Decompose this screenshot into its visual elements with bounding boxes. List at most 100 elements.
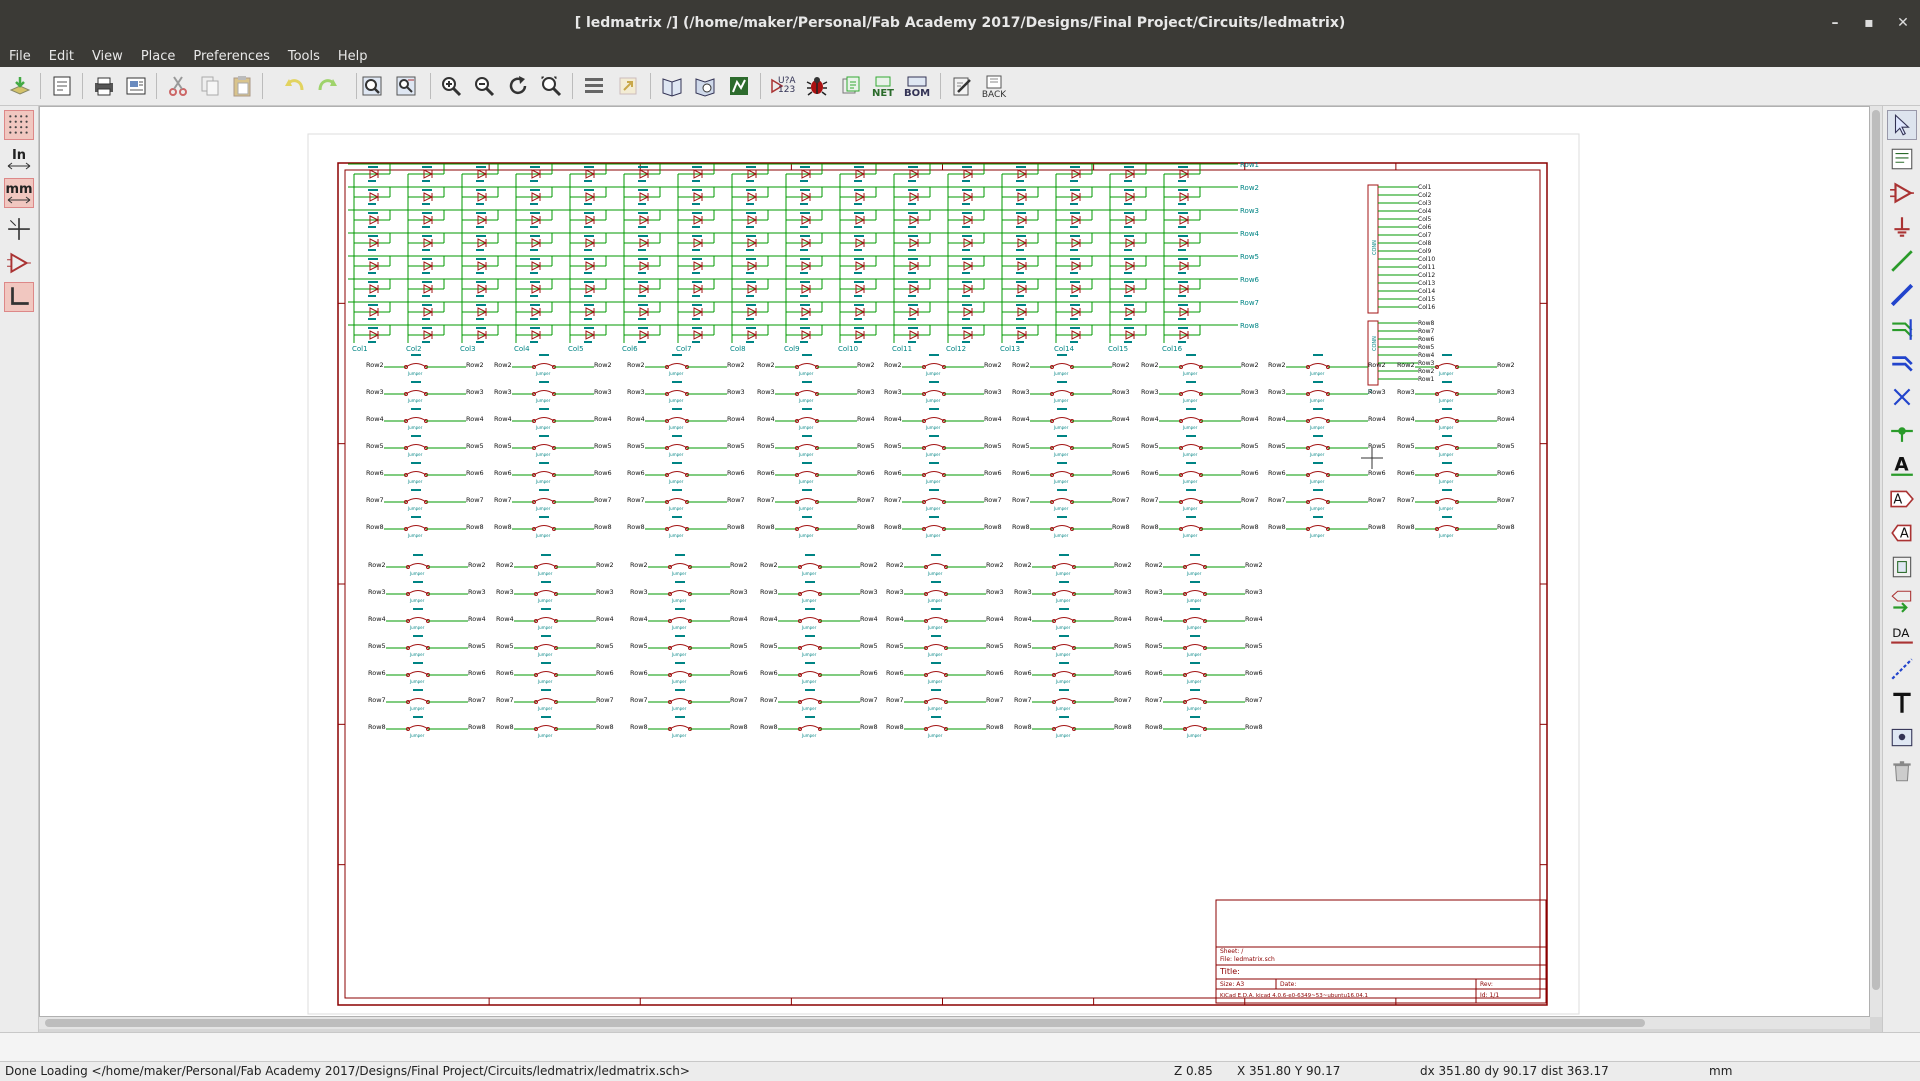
menu-place[interactable]: Place xyxy=(132,49,185,64)
bus-bus-entry-icon[interactable] xyxy=(1887,348,1917,378)
led-ref-mark xyxy=(1016,235,1026,237)
mm-units-button[interactable]: mm xyxy=(4,178,34,208)
jumper-value: Jumper xyxy=(925,479,941,484)
redraw-icon[interactable] xyxy=(504,72,532,100)
schematic-canvas[interactable]: Row1 Row2 Row3 Row4 Row5 Row6 Row7 Row8 Col1 Col2… xyxy=(39,106,1870,1017)
wire-bus-entry-icon[interactable] xyxy=(1887,314,1917,344)
jumper-net-label: Row7 xyxy=(1012,496,1030,504)
new-schematic-icon[interactable] xyxy=(6,72,34,100)
zoom-fit-icon[interactable] xyxy=(537,72,565,100)
jumper-value: Jumper xyxy=(1053,425,1069,430)
jumper-ref-mark xyxy=(413,689,423,691)
image-icon[interactable] xyxy=(1887,722,1917,752)
sheet-pin-icon[interactable]: DA xyxy=(1887,620,1917,650)
menu-help[interactable]: Help xyxy=(329,49,377,64)
jumper-value: Jumper xyxy=(407,479,423,484)
footprint-assign-icon[interactable] xyxy=(837,72,865,100)
redo-icon[interactable] xyxy=(314,72,342,100)
jumper-value: Jumper xyxy=(668,452,684,457)
menu-view[interactable]: View xyxy=(83,49,132,64)
net-label-icon[interactable]: A xyxy=(1887,450,1917,480)
svg-text:A: A xyxy=(1900,526,1909,541)
jumper-value: Jumper xyxy=(535,425,551,430)
zoom-out-icon[interactable] xyxy=(470,72,498,100)
led-ref-mark xyxy=(1124,281,1134,283)
jumper-value: Jumper xyxy=(409,706,425,711)
plot-icon[interactable] xyxy=(122,72,150,100)
led-ref-mark xyxy=(854,189,864,191)
led-value-mark xyxy=(854,180,862,182)
close-button[interactable]: ✕ xyxy=(1886,15,1920,31)
jumper-ref-mark xyxy=(805,581,815,583)
grid-icon[interactable] xyxy=(4,110,34,140)
bom-icon[interactable]: BOM xyxy=(903,72,931,100)
select-arrow-icon[interactable] xyxy=(1887,110,1917,140)
copy-icon[interactable] xyxy=(196,72,224,100)
jumper-net-label: Row2 xyxy=(596,561,614,569)
leave-sheet-icon[interactable] xyxy=(614,72,642,100)
page-settings-icon[interactable] xyxy=(48,72,76,100)
full-cursor-icon[interactable] xyxy=(4,214,34,244)
erc-icon[interactable] xyxy=(803,72,831,100)
led-ref-mark xyxy=(908,304,918,306)
inch-units-button[interactable]: In xyxy=(4,144,34,174)
graphic-line-icon[interactable] xyxy=(1887,654,1917,684)
import-sheet-pin-icon[interactable] xyxy=(1887,586,1917,616)
maximize-button[interactable]: ▪ xyxy=(1852,15,1886,31)
bus-icon[interactable] xyxy=(1887,280,1917,310)
horizontal-scroll-thumb[interactable] xyxy=(45,1019,1645,1027)
menu-tools[interactable]: Tools xyxy=(279,49,329,64)
menu-file[interactable]: File xyxy=(0,49,40,64)
jumper-net-label: Row7 xyxy=(984,496,1002,504)
global-label-icon[interactable]: A xyxy=(1887,484,1917,514)
title-block-size: Size: A3 xyxy=(1220,981,1244,988)
jumper-ref-mark xyxy=(1057,462,1067,464)
hidden-pins-icon[interactable] xyxy=(4,248,34,278)
place-power-icon[interactable] xyxy=(1887,212,1917,242)
menu-preferences[interactable]: Preferences xyxy=(184,49,278,64)
library-browser-icon[interactable] xyxy=(691,72,719,100)
hierarchy-navigator-icon[interactable] xyxy=(580,72,608,100)
edit-pcb-icon[interactable] xyxy=(948,72,976,100)
library-editor-icon[interactable] xyxy=(658,72,686,100)
led-value-mark xyxy=(584,226,592,228)
menu-edit[interactable]: Edit xyxy=(40,49,83,64)
no-connect-icon[interactable] xyxy=(1887,382,1917,412)
place-component-icon[interactable] xyxy=(1887,178,1917,208)
zoom-in-icon[interactable] xyxy=(437,72,465,100)
netlist-icon[interactable] xyxy=(725,72,753,100)
orthogonal-wires-icon[interactable] xyxy=(4,282,34,312)
junction-icon[interactable] xyxy=(1887,416,1917,446)
jumper-net-label: Row3 xyxy=(857,388,875,396)
jumper-net-label: Row5 xyxy=(760,642,778,650)
led-ref-mark xyxy=(1178,327,1188,329)
find-icon[interactable] xyxy=(358,72,386,100)
back-annotate-icon[interactable]: BACK xyxy=(980,72,1008,100)
jumper-value: Jumper xyxy=(668,425,684,430)
led-ref-mark xyxy=(368,258,378,260)
led-ref-mark xyxy=(584,166,594,168)
generate-netlist-icon[interactable]: NET xyxy=(869,72,897,100)
jumper-net-label: Row4 xyxy=(1112,415,1130,423)
annotate-icon[interactable]: U?A 123 xyxy=(768,72,796,100)
jumper-ref-mark xyxy=(802,489,812,491)
print-icon[interactable] xyxy=(90,72,118,100)
undo-icon[interactable] xyxy=(280,72,308,100)
find-replace-icon[interactable] xyxy=(392,72,420,100)
text-icon[interactable] xyxy=(1887,688,1917,718)
led-value-mark xyxy=(422,180,430,182)
delete-icon[interactable] xyxy=(1887,756,1917,786)
horizontal-scrollbar[interactable] xyxy=(39,1017,1870,1029)
minimize-button[interactable]: – xyxy=(1818,15,1852,31)
vertical-scroll-thumb[interactable] xyxy=(1872,110,1880,990)
hierarchy-icon[interactable] xyxy=(1887,144,1917,174)
hierarchical-label-icon[interactable]: A xyxy=(1887,518,1917,548)
paste-icon[interactable] xyxy=(228,72,256,100)
jumper-value: Jumper xyxy=(1438,533,1454,538)
wire-icon[interactable] xyxy=(1887,246,1917,276)
hierarchical-sheet-icon[interactable] xyxy=(1887,552,1917,582)
cut-icon[interactable] xyxy=(164,72,192,100)
jumper-net-label: Row4 xyxy=(860,615,878,623)
led-value-mark xyxy=(692,295,700,297)
vertical-scrollbar[interactable] xyxy=(1870,106,1882,1017)
